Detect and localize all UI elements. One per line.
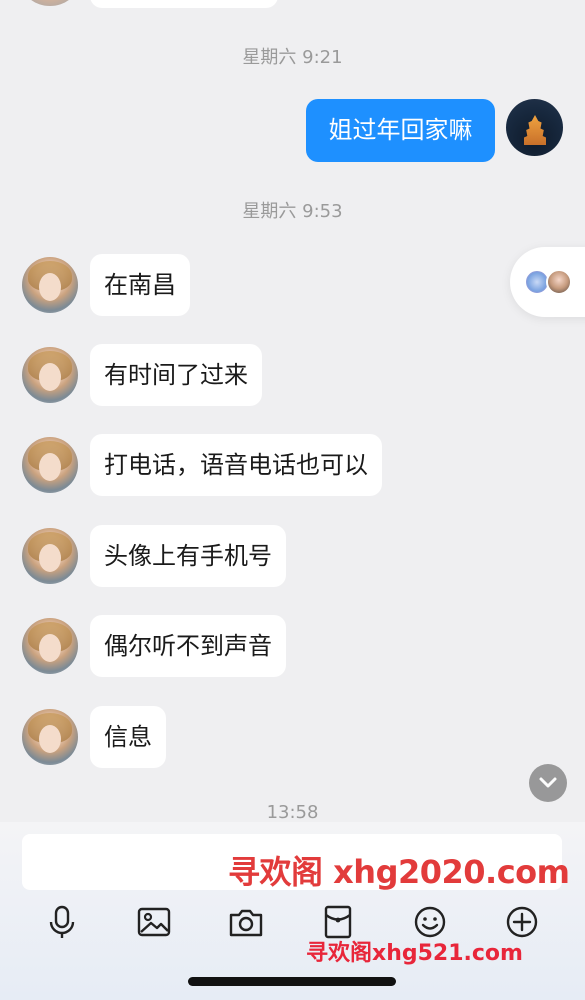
received-message-row: 有时间了过来 [0,344,585,406]
my-avatar[interactable] [506,99,563,156]
contact-avatar[interactable] [22,347,78,403]
mini-avatar [546,269,572,295]
received-message-bubble[interactable]: 头像上有手机号 [90,525,286,587]
chevron-down-icon [539,777,557,788]
home-indicator[interactable] [188,977,396,986]
received-message-row: 头像上有手机号 [0,525,585,587]
contact-avatar[interactable] [22,0,78,6]
image-icon[interactable] [134,902,174,942]
watermark-text: 寻欢阁xhg521.com [306,941,523,966]
contact-avatar[interactable] [22,528,78,584]
camera-icon[interactable] [226,902,266,942]
timestamp: 13:58 [266,802,319,822]
scroll-to-bottom-button[interactable] [529,764,567,802]
contact-avatar[interactable] [22,618,78,674]
received-message-row: 偶尔听不到声音 [0,615,585,677]
contact-avatar[interactable] [22,257,78,313]
floating-contacts-pill[interactable] [510,247,585,317]
timestamp: 星期六 9:21 [242,47,343,68]
input-panel: 寻欢阁 xhg2020.com [0,822,585,1000]
sent-message-row: 姐过年回家嘛 [0,99,585,163]
received-message-bubble[interactable]: 有时间了过来 [90,344,262,406]
received-message-bubble[interactable]: 偶尔听不到声音 [90,615,286,677]
timestamp: 星期六 9:53 [242,201,343,222]
microphone-icon[interactable] [42,902,82,942]
received-message-row: 打电话，语音电话也可以 [0,434,585,496]
received-message-row: 信息 [0,706,585,768]
received-message-bubble[interactable]: 在南昌 [90,254,190,316]
contact-avatar[interactable] [22,709,78,765]
received-message-bubble[interactable]: 打电话，语音电话也可以 [90,434,382,496]
chat-message-list[interactable]: 星期六 9:21 姐过年回家嘛 星期六 9:53 在南昌 有时间了过来 打电话，… [0,0,585,822]
watermark-text: 寻欢阁 xhg2020.com [228,853,570,891]
contact-avatar[interactable] [22,437,78,493]
received-message-bubble[interactable]: 信息 [90,706,166,768]
sent-message-bubble[interactable]: 姐过年回家嘛 [306,99,495,162]
received-message-row: 在南昌 [0,254,585,316]
message-bubble-partial [90,0,278,8]
